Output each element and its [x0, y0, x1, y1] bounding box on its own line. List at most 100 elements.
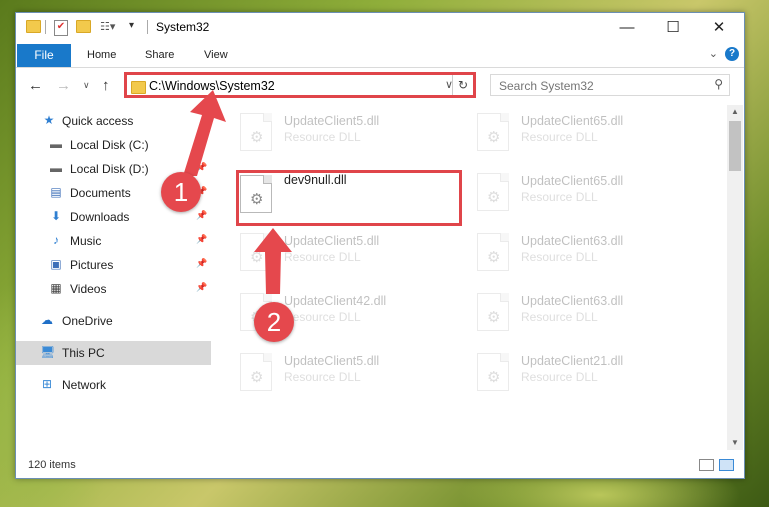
search-icon[interactable]: ⚲	[714, 77, 723, 91]
close-button[interactable]: ✕	[696, 13, 742, 43]
file-name: UpdateClient65.dll	[521, 174, 624, 188]
dll-file-icon: ⚙	[477, 173, 509, 211]
qat-dropdown-icon[interactable]: ▾	[129, 20, 134, 34]
folder-icon	[26, 20, 41, 33]
drive-icon: ▬	[50, 137, 62, 151]
file-item[interactable]: ⚙ UpdateClient5.dll Resource DLL	[236, 107, 456, 159]
tab-file[interactable]: File	[17, 44, 71, 67]
gear-icon: ⚙	[487, 189, 501, 206]
star-icon: ★	[43, 113, 55, 127]
tab-home[interactable]: Home	[87, 49, 116, 61]
pin-icon: 📌	[196, 138, 208, 148]
sidebar-item-onedrive[interactable]: ☁ OneDrive	[16, 309, 211, 333]
sidebar-item-label: Local Disk (D:)	[70, 162, 149, 176]
gear-icon: ⚙	[487, 129, 501, 146]
file-name: UpdateClient5.dll	[284, 114, 380, 128]
file-item[interactable]: ⚙ UpdateClient63.dll Resource DLL	[473, 287, 693, 339]
folder-icon	[131, 81, 146, 94]
file-type: Resource DLL	[521, 130, 598, 144]
window-title: System32	[156, 20, 210, 34]
sidebar-item-local-disk-c[interactable]: ▬ Local Disk (C:) 📌	[16, 133, 211, 157]
file-name: UpdateClient63.dll	[521, 234, 624, 248]
drive-icon: ▬	[50, 161, 62, 175]
file-item[interactable]: ⚙ UpdateClient65.dll Resource DLL	[473, 167, 693, 219]
callout-step-2: 2	[254, 302, 294, 342]
gear-icon: ⚙	[250, 249, 264, 266]
file-item[interactable]: ⚙ UpdateClient21.dll Resource DLL	[473, 347, 693, 399]
recent-locations-icon[interactable]: ∨	[83, 80, 90, 91]
file-type: Resource DLL	[284, 130, 361, 144]
file-item[interactable]: ⚙ UpdateClient65.dll Resource DLL	[473, 107, 693, 159]
file-name: UpdateClient63.dll	[521, 294, 624, 308]
forward-arrow-icon[interactable]: →	[56, 77, 71, 94]
help-icon[interactable]: ?	[725, 47, 739, 61]
scroll-down-icon[interactable]: ▼	[727, 436, 743, 450]
sidebar-item-label: Network	[62, 378, 107, 392]
pictures-icon: ▣	[50, 257, 62, 271]
tab-view[interactable]: View	[204, 49, 228, 61]
file-type: Resource DLL	[284, 250, 361, 264]
address-path[interactable]: C:\Windows\System32	[149, 79, 275, 93]
refresh-icon[interactable]: ↻	[452, 75, 473, 95]
computer-icon: 🖥	[40, 345, 56, 359]
dll-file-icon: ⚙	[240, 233, 272, 271]
dll-file-icon: ⚙	[477, 293, 509, 331]
gear-icon: ⚙	[487, 309, 501, 326]
sidebar-item-music[interactable]: ♪ Music 📌	[16, 229, 211, 253]
file-item[interactable]: ⚙ UpdateClient5.dll Resource DLL	[236, 347, 456, 399]
file-name: UpdateClient42.dll	[284, 294, 387, 308]
dll-file-icon: ⚙	[477, 113, 509, 151]
sidebar-item-label: OneDrive	[62, 314, 113, 328]
up-arrow-icon[interactable]: ↑	[102, 77, 110, 94]
download-icon: ⬇	[50, 209, 62, 223]
tab-share[interactable]: Share	[145, 49, 174, 61]
gear-icon: ⚙	[250, 129, 264, 146]
sidebar-item-network[interactable]: ⊞ Network	[16, 373, 211, 397]
back-arrow-icon[interactable]: ←	[28, 77, 43, 94]
gear-icon: ⚙	[487, 249, 501, 266]
file-item[interactable]: ⚙ UpdateClient5.dll Resource DLL	[236, 227, 456, 279]
pin-icon: 📌	[196, 162, 208, 172]
vertical-scrollbar[interactable]: ▲ ▼	[727, 105, 743, 450]
file-type: Resource DLL	[284, 370, 361, 384]
title-bar: ✔ ☷▾ ▾ System32 — ☐ ✕	[16, 13, 744, 43]
separator	[147, 20, 148, 34]
maximize-button[interactable]: ☐	[650, 13, 696, 43]
sidebar-item-label: Downloads	[70, 210, 130, 224]
scroll-up-icon[interactable]: ▲	[727, 105, 743, 119]
minimize-button[interactable]: —	[604, 13, 650, 43]
pin-icon: 📌	[196, 234, 208, 244]
file-name: UpdateClient5.dll	[284, 354, 380, 368]
new-folder-icon[interactable]	[76, 20, 91, 33]
chevron-down-icon[interactable]: ⌄	[709, 47, 718, 60]
videos-icon: ▦	[50, 281, 62, 295]
file-type: Resource DLL	[521, 190, 598, 204]
ribbon-tabs: File Home Share View ⌄ ?	[16, 43, 744, 68]
network-icon: ⊞	[41, 377, 53, 391]
dll-file-icon: ⚙	[240, 113, 272, 151]
file-item[interactable]: ⚙ UpdateClient63.dll Resource DLL	[473, 227, 693, 279]
sidebar-item-quick-access[interactable]: ★ Quick access	[16, 109, 211, 133]
sidebar-item-pictures[interactable]: ▣ Pictures 📌	[16, 253, 211, 277]
file-type: Resource DLL	[284, 310, 361, 324]
file-name: UpdateClient65.dll	[521, 114, 624, 128]
sidebar-item-videos[interactable]: ▦ Videos 📌	[16, 277, 211, 301]
details-view-icon[interactable]	[699, 459, 714, 471]
file-type: Resource DLL	[521, 310, 598, 324]
pin-icon: 📌	[196, 282, 208, 292]
large-icons-view-icon[interactable]	[719, 459, 734, 471]
sidebar-item-this-pc[interactable]: 🖥 This PC	[16, 341, 211, 365]
customize-qat-icon[interactable]: ☷▾	[100, 20, 115, 34]
scroll-thumb[interactable]	[729, 121, 741, 171]
search-input[interactable]	[497, 77, 701, 95]
search-box[interactable]: ⚲	[490, 74, 730, 96]
explorer-window: ✔ ☷▾ ▾ System32 — ☐ ✕ File Home Share Vi…	[15, 12, 745, 479]
file-highlight-box	[236, 170, 462, 226]
callout-step-1: 1	[161, 172, 201, 212]
status-bar: 120 items	[16, 454, 744, 478]
address-bar[interactable]: C:\Windows\System32 ∨ ↻	[124, 72, 476, 98]
properties-icon[interactable]: ✔	[54, 20, 68, 36]
sidebar-item-label: Music	[70, 234, 102, 248]
sidebar-item-label: This PC	[62, 346, 105, 360]
sidebar-item-label: Local Disk (C:)	[70, 138, 149, 152]
